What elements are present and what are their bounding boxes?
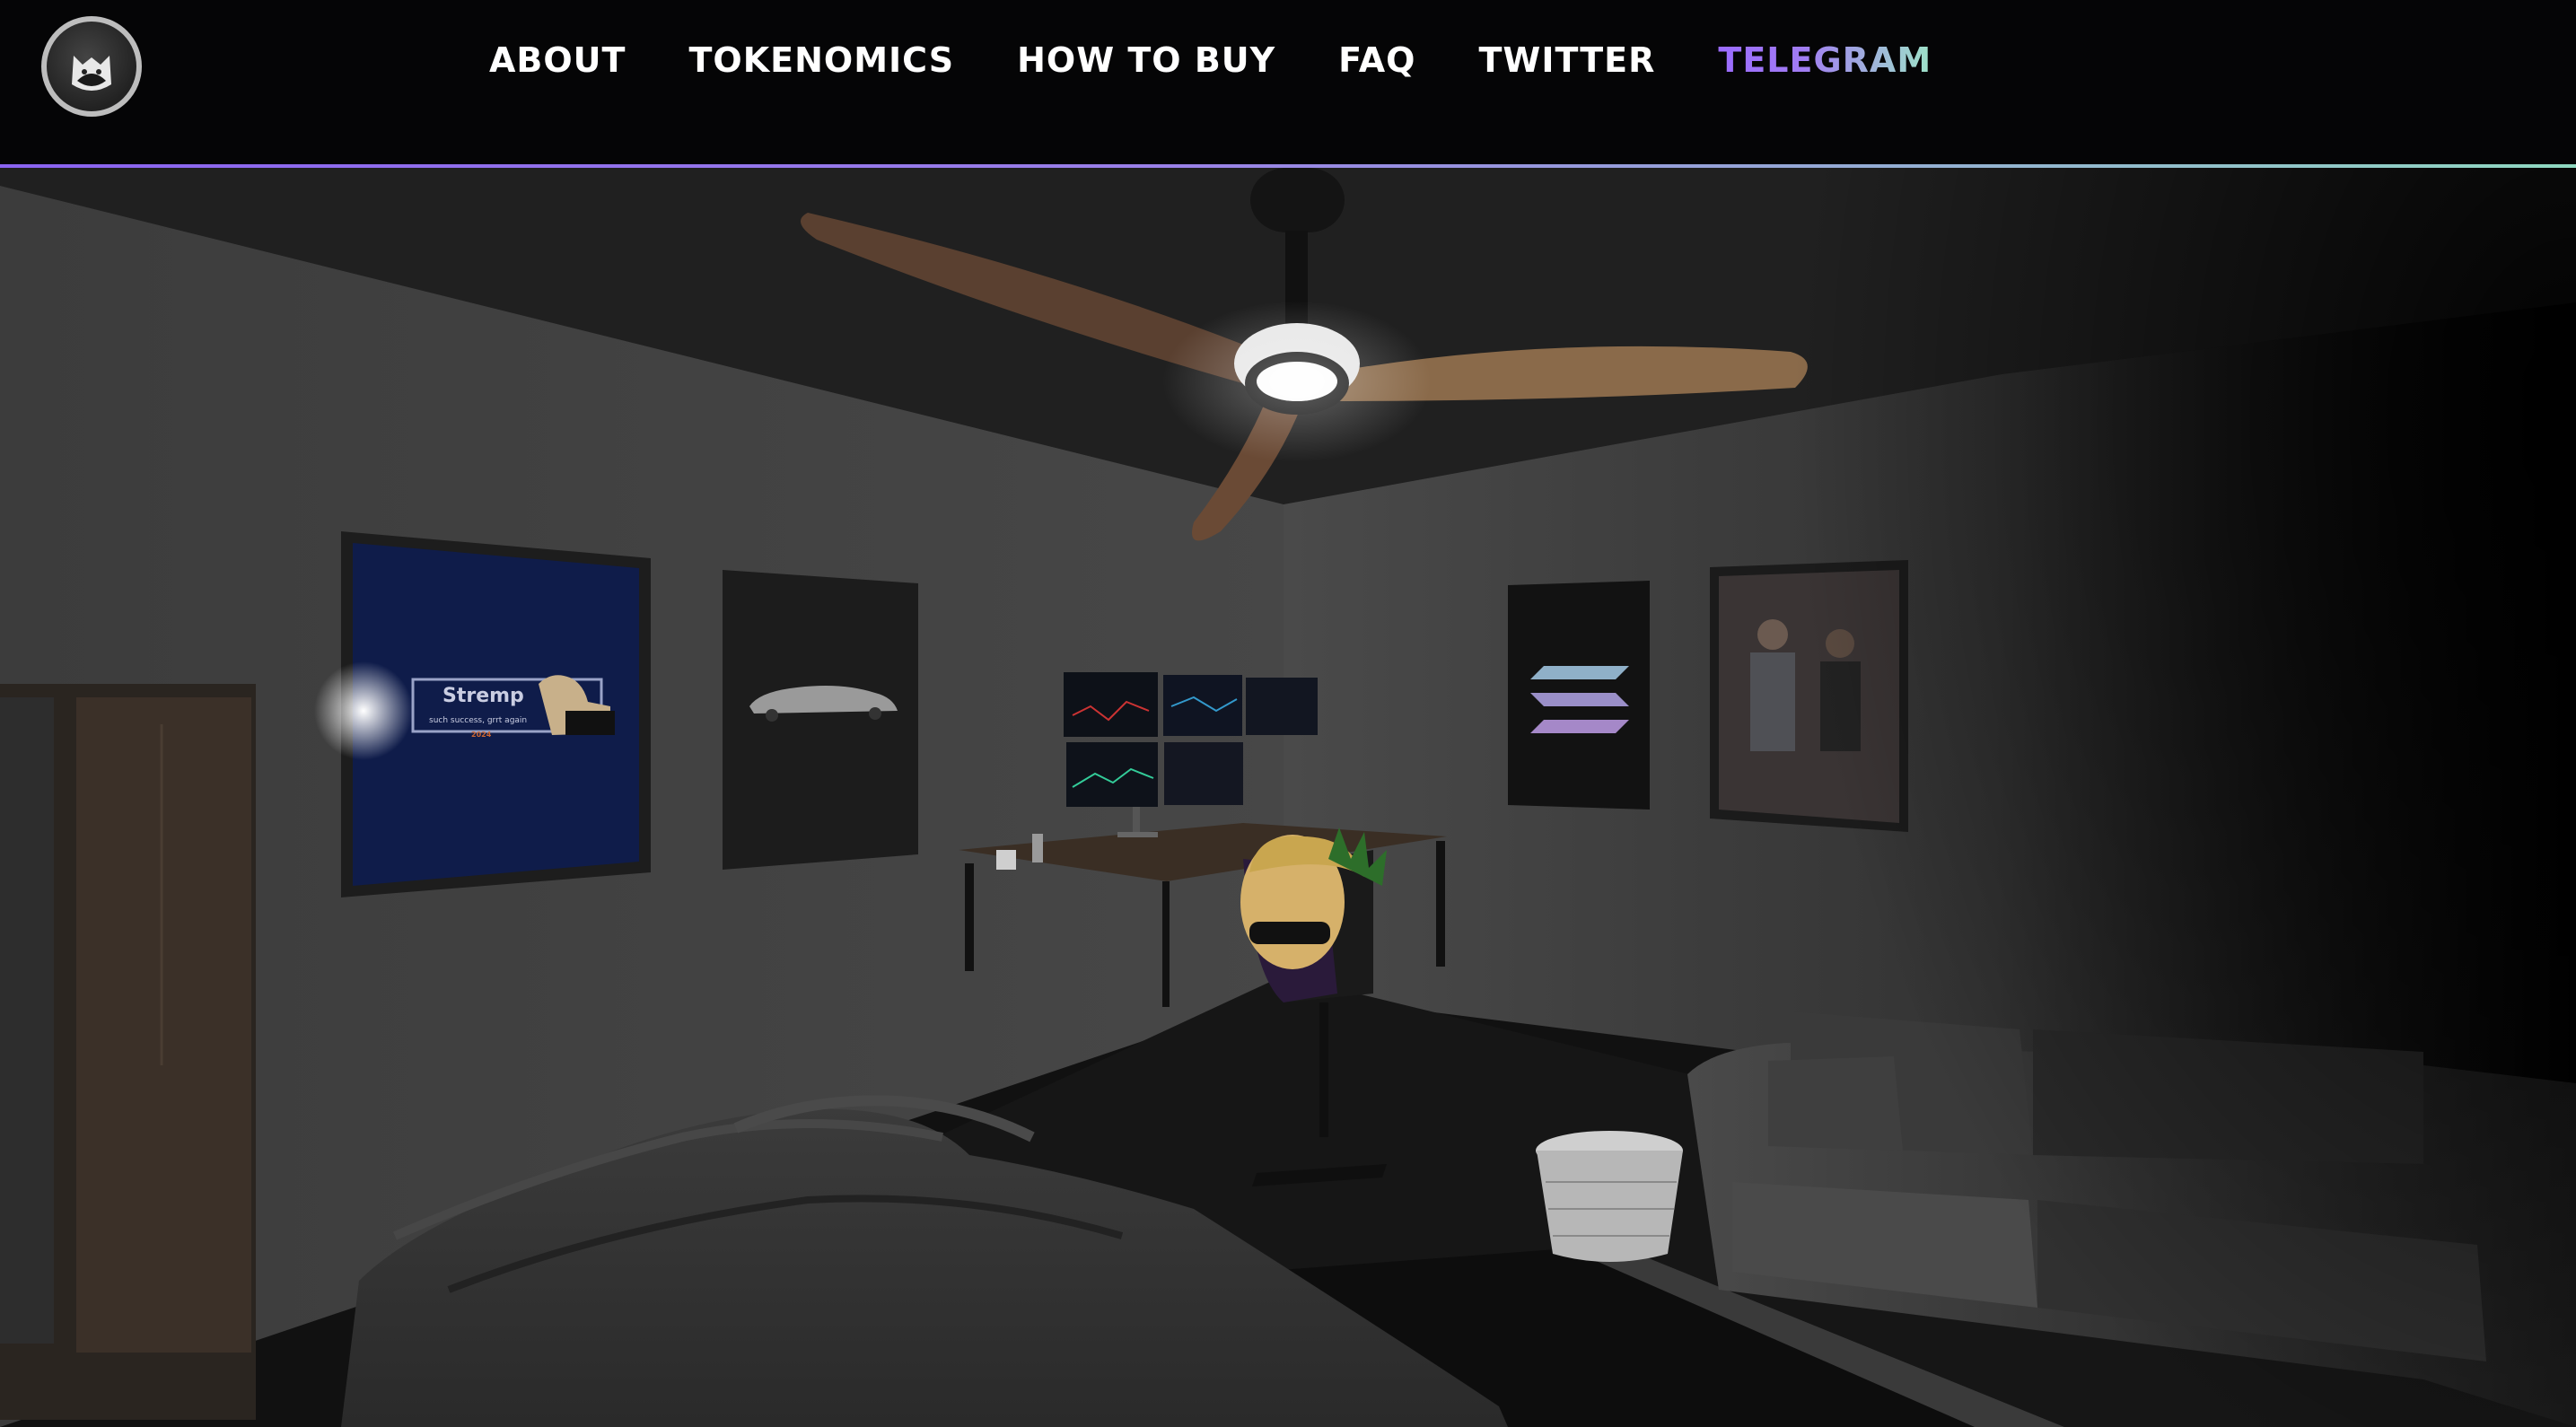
header-divider bbox=[0, 164, 2576, 168]
poster-title: Stremp bbox=[442, 685, 524, 707]
poster-car bbox=[723, 570, 918, 870]
nav-telegram[interactable]: TELEGRAM bbox=[1718, 43, 1932, 77]
scene-illustration: Stremp such success, grrt again 2024 bbox=[0, 168, 2576, 1427]
poster-solana bbox=[1508, 581, 1650, 810]
nav-about[interactable]: ABOUT bbox=[489, 43, 626, 77]
nav-how-to-buy[interactable]: HOW TO BUY bbox=[1017, 43, 1275, 77]
poster-tag: 2024 bbox=[471, 731, 492, 739]
bedroom-scene[interactable]: Stremp such success, grrt again 2024 bbox=[0, 168, 2576, 1427]
laundry-basket bbox=[1536, 1131, 1683, 1262]
site-header: ABOUT TOKENOMICS HOW TO BUY FAQ TWITTER … bbox=[0, 0, 2576, 164]
nav-tokenomics[interactable]: TOKENOMICS bbox=[688, 43, 954, 77]
cat-head-icon bbox=[72, 56, 111, 91]
poster-subtitle: such success, grrt again bbox=[429, 716, 527, 725]
nav-faq[interactable]: FAQ bbox=[1338, 43, 1415, 77]
nav-twitter[interactable]: TWITTER bbox=[1478, 43, 1655, 77]
logo[interactable] bbox=[41, 16, 142, 117]
poster-stremp: Stremp such success, grrt again 2024 bbox=[314, 531, 651, 897]
main-nav: ABOUT TOKENOMICS HOW TO BUY FAQ TWITTER … bbox=[489, 43, 1932, 77]
